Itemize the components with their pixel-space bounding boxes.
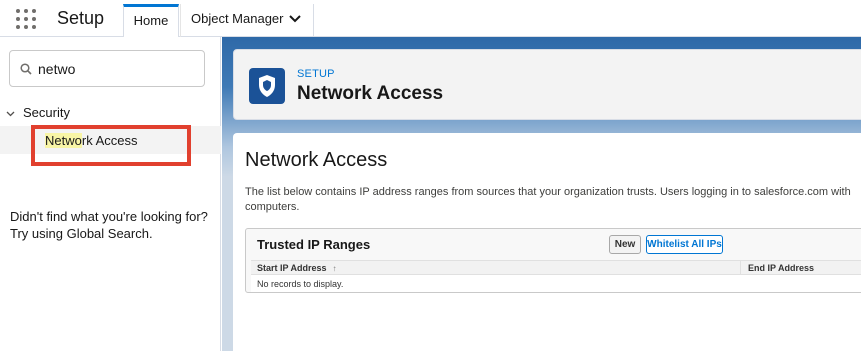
quick-find-input[interactable]: netwo	[9, 50, 205, 87]
sort-up-icon: ↑	[332, 264, 337, 273]
content-description: The list below contains IP address range…	[245, 186, 851, 213]
tab-home[interactable]: Home	[123, 4, 179, 37]
column-start-ip[interactable]: Start IP Address ↑	[257, 263, 337, 273]
header-icon-container	[249, 68, 285, 104]
search-match-highlight: Netwo	[45, 133, 82, 148]
table-header: Start IP Address ↑ End IP Address	[251, 260, 861, 275]
chevron-down-icon[interactable]	[289, 15, 301, 23]
column-start-ip-label: Start IP Address	[257, 263, 327, 273]
related-list-title: Trusted IP Ranges	[257, 237, 371, 252]
tree-item-network-access[interactable]: Network Access	[0, 126, 221, 154]
shield-icon	[259, 75, 275, 97]
main-content: SETUP Network Access Network Access The …	[222, 37, 861, 351]
tab-object-manager-label: Object Manager	[191, 11, 284, 26]
page-title: Network Access	[297, 83, 444, 104]
content-title: Network Access	[245, 149, 388, 171]
setup-sidebar: netwo Security Network Access Didn't fin…	[0, 37, 221, 351]
content-card: Network Access The list below contains I…	[233, 133, 861, 351]
search-icon	[20, 63, 32, 75]
tab-object-manager[interactable]: Object Manager	[180, 4, 314, 37]
app-name: Setup	[57, 8, 105, 28]
tree-item-network-access-label: Network Access	[45, 133, 137, 148]
empty-table-message: No records to display.	[251, 275, 861, 292]
new-button[interactable]: New	[609, 235, 641, 254]
global-header: Setup Home Object Manager	[0, 0, 861, 37]
label-remainder: rk Access	[81, 133, 138, 148]
chevron-down-icon	[6, 111, 15, 116]
quick-find-value: netwo	[38, 61, 76, 77]
page-header: SETUP Network Access	[233, 49, 861, 120]
global-search-hint: Didn't find what you're looking for? Try…	[10, 209, 208, 241]
column-end-ip[interactable]: End IP Address	[740, 261, 814, 274]
trusted-ip-ranges-list: Trusted IP Ranges New Whitelist All IPs …	[245, 228, 861, 293]
tree-item-security[interactable]: Security	[6, 105, 70, 120]
whitelist-all-ips-button[interactable]: Whitelist All IPs	[646, 235, 723, 254]
app-launcher-icon[interactable]	[16, 9, 36, 29]
page-eyebrow: SETUP	[297, 68, 335, 80]
tree-item-security-label: Security	[23, 105, 70, 120]
